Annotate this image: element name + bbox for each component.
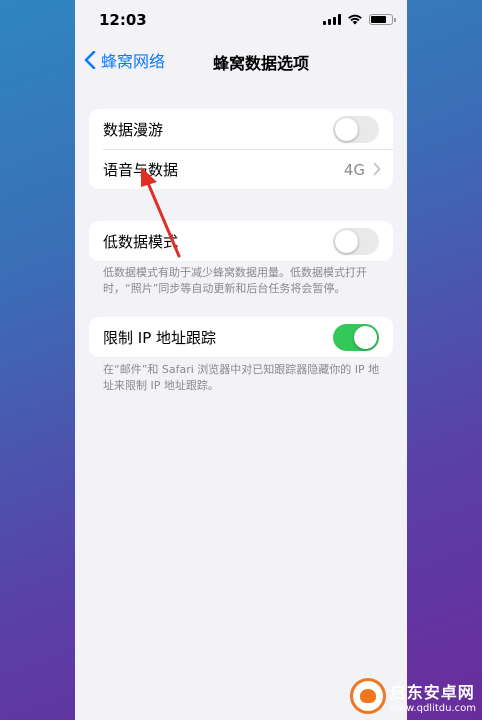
- navigation-bar: 蜂窝网络 蜂窝数据选项: [75, 40, 407, 80]
- cellular-signal-icon: [323, 13, 341, 25]
- voice-data-value: 4G: [343, 161, 365, 179]
- voice-data-label: 语音与数据: [103, 160, 179, 179]
- data-roaming-toggle[interactable]: [333, 116, 379, 143]
- watermark-logo-icon: [349, 678, 386, 714]
- page-title: 蜂窝数据选项: [212, 54, 309, 73]
- phone-screen: 12:03 蜂窝网络 蜂窝数据选项 数据漫游 语音与数据 4G 低数据模式 低数…: [75, 0, 407, 720]
- settings-group-ip: 限制 IP 地址跟踪: [89, 317, 393, 357]
- toggle-knob: [335, 118, 358, 141]
- row-low-data-mode: 低数据模式: [89, 221, 393, 261]
- watermark-url: www.qdlitdu.com: [389, 702, 476, 714]
- red-arrow-annotation: [141, 167, 181, 258]
- low-data-toggle[interactable]: [333, 228, 379, 255]
- status-time: 12:03: [99, 11, 147, 29]
- status-bar: 12:03: [75, 0, 407, 40]
- battery-icon: [369, 13, 396, 25]
- watermark-name: 启东安卓网: [389, 682, 475, 702]
- toggle-knob: [354, 326, 377, 349]
- settings-group-roaming: 数据漫游 语音与数据 4G: [89, 109, 393, 189]
- settings-group-low-data: 低数据模式: [89, 221, 393, 261]
- site-watermark: 启东安卓网 www.qdlitdu.com: [349, 678, 476, 714]
- low-data-footnote: 低数据模式有助于减少蜂窝数据用量。低数据模式打开时，“照片”同步等自动更新和后台…: [103, 266, 367, 295]
- low-data-label: 低数据模式: [103, 232, 179, 251]
- row-limit-ip-tracking: 限制 IP 地址跟踪: [89, 317, 393, 357]
- row-data-roaming: 数据漫游: [89, 109, 393, 149]
- data-roaming-label: 数据漫游: [103, 120, 164, 139]
- limit-ip-label: 限制 IP 地址跟踪: [103, 328, 217, 347]
- chevron-right-icon: [373, 162, 381, 176]
- limit-ip-toggle[interactable]: [333, 324, 379, 351]
- wifi-icon: [348, 14, 362, 25]
- status-icons: [323, 13, 396, 25]
- row-voice-and-data[interactable]: 语音与数据 4G: [89, 149, 393, 189]
- limit-ip-footnote: 在“邮件”和 Safari 浏览器中对已知跟踪器隐藏你的 IP 地址来限制 IP…: [103, 363, 380, 392]
- toggle-knob: [335, 230, 358, 253]
